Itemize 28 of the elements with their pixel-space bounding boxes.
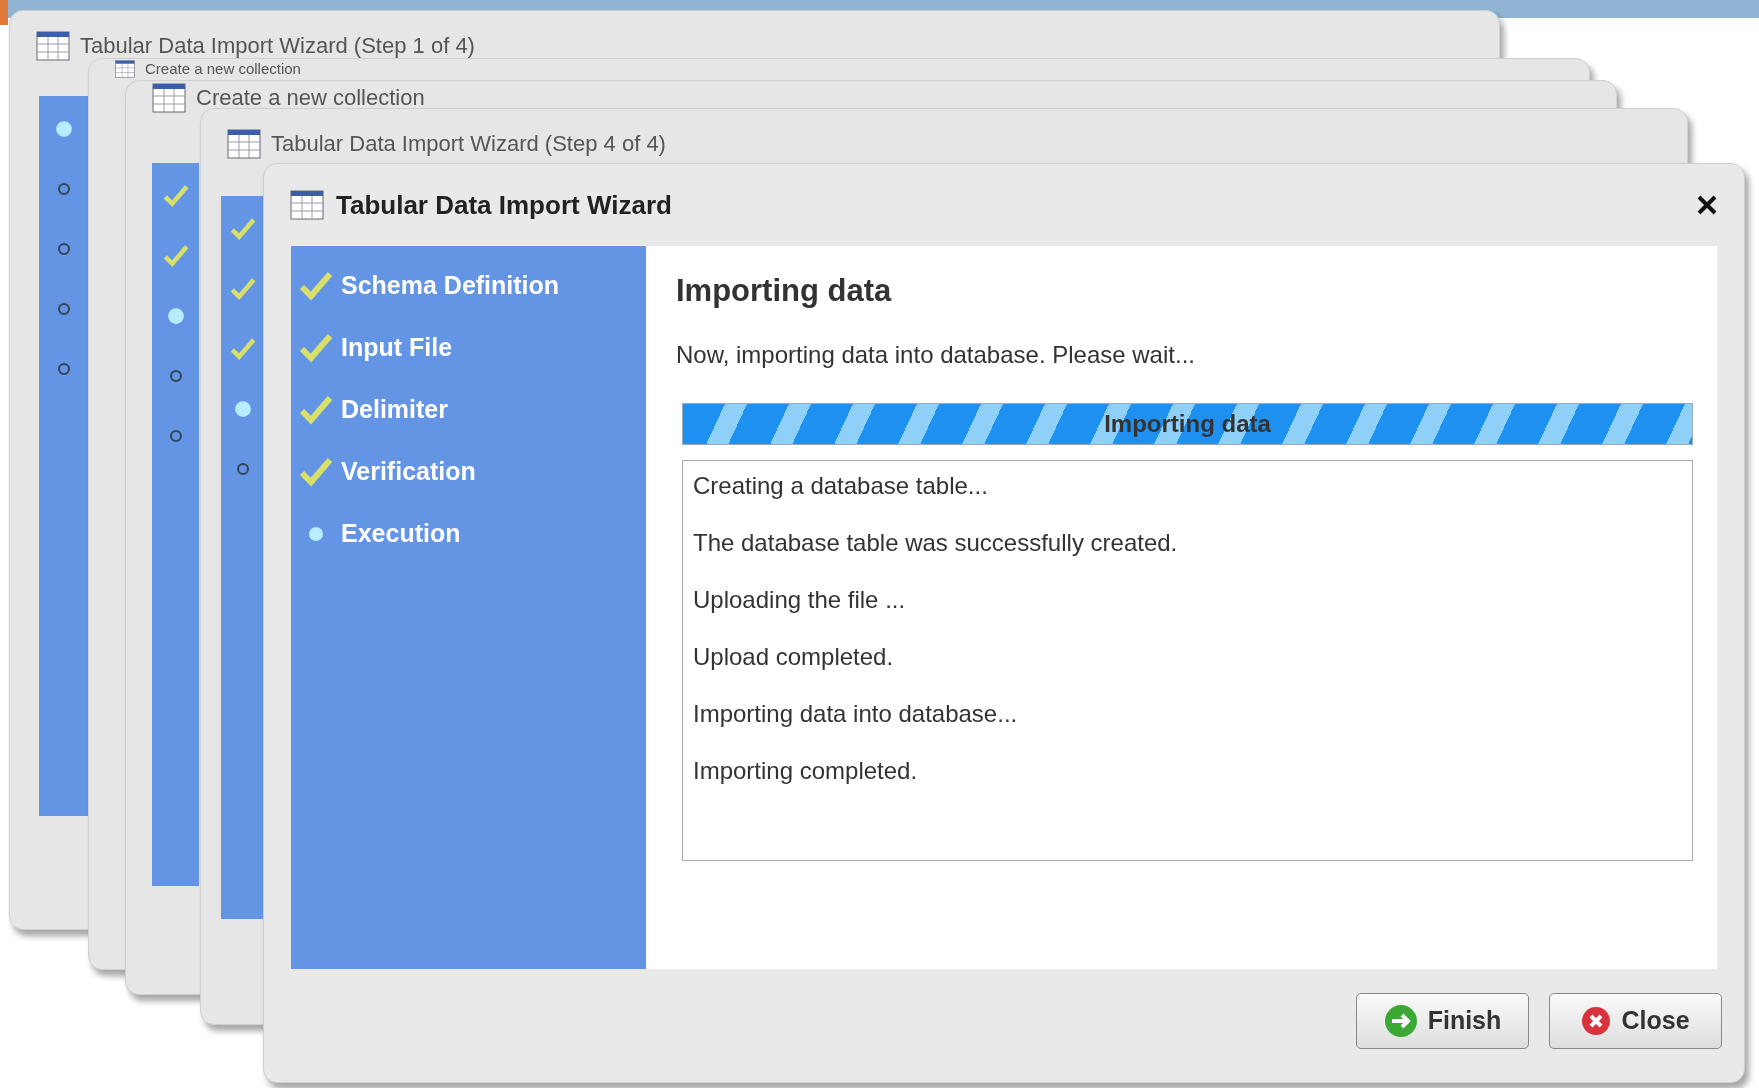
window-title: Tabular Data Import Wizard (Step 4 of 4) — [271, 130, 666, 158]
finish-button[interactable]: Finish — [1356, 993, 1529, 1049]
log-line: Creating a database table... — [693, 470, 989, 500]
step-label: Verification — [341, 456, 476, 488]
status-message: Now, importing data into database. Please wait... — [676, 339, 1196, 370]
log-line: Upload completed. — [693, 641, 895, 671]
page-heading: Importing data — [676, 272, 893, 310]
window-title: Tabular Data Import Wizard (Step 1 of 4) — [80, 32, 475, 60]
table-icon — [227, 128, 261, 159]
header-accent — [0, 0, 8, 25]
table-icon — [115, 60, 135, 78]
log-line: Importing completed. — [693, 755, 919, 785]
step-label: Execution — [341, 518, 461, 550]
log-line: Uploading the file ... — [693, 584, 907, 614]
window-title: Tabular Data Import Wizard — [336, 188, 672, 222]
step-label: Schema Definition — [341, 270, 560, 302]
step-label: Input File — [341, 332, 453, 364]
table-icon — [152, 82, 186, 113]
table-icon — [36, 30, 70, 61]
close-icon[interactable] — [1696, 194, 1718, 216]
log-line: The database table was successfully created. — [693, 527, 1179, 557]
table-icon — [290, 190, 324, 220]
close-icon — [1581, 1006, 1612, 1036]
log-line: Importing data into database... — [693, 698, 1019, 728]
close-button[interactable]: Close — [1549, 993, 1722, 1049]
window-title: Create a new collection — [145, 60, 301, 78]
step-label: Delimiter — [341, 394, 448, 426]
window-title: Create a new collection — [196, 84, 425, 112]
